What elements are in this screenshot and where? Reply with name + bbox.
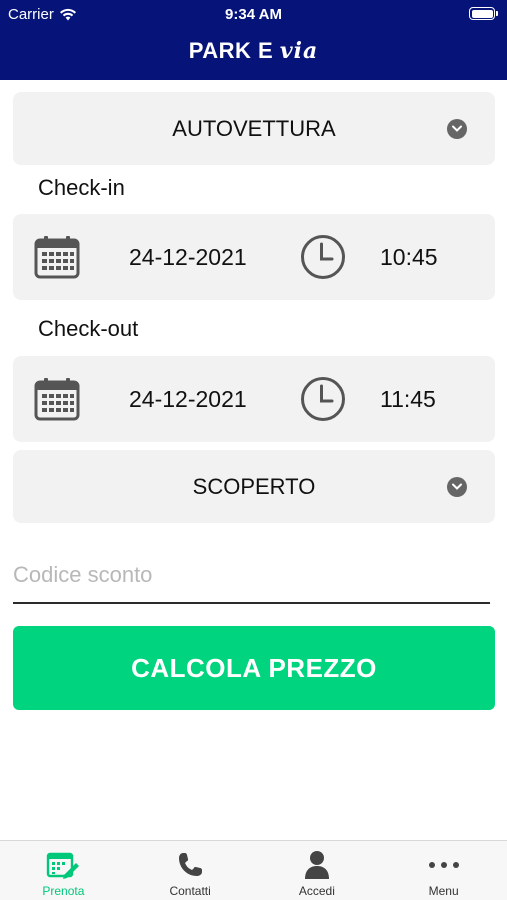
calendar-icon[interactable] — [34, 235, 80, 279]
brand-text-main: PARK E — [188, 38, 280, 63]
clock-icon[interactable] — [300, 376, 346, 422]
calendar-edit-icon — [46, 849, 80, 881]
checkout-date[interactable]: 24-12-2021 — [129, 356, 247, 442]
parking-type-select[interactable]: SCOPERTO — [13, 450, 495, 523]
calendar-icon[interactable] — [34, 377, 80, 421]
tab-menu[interactable]: Menu — [380, 841, 507, 900]
tab-contatti[interactable]: Contatti — [127, 841, 254, 900]
status-bar: Carrier 9:34 AM — [0, 0, 507, 30]
battery-icon — [469, 7, 498, 20]
brand-logo: PARK E via — [0, 38, 507, 64]
app-header: Carrier 9:34 AM PARK E via — [0, 0, 507, 80]
phone-icon — [176, 849, 204, 881]
checkout-label: Check-out — [38, 316, 139, 341]
parking-type-value: SCOPERTO — [192, 473, 316, 499]
calculate-price-button[interactable]: CALCOLA PREZZO — [13, 626, 495, 710]
vehicle-type-select[interactable]: AUTOVETTURA — [13, 92, 495, 165]
checkin-time[interactable]: 10:45 — [380, 214, 438, 300]
checkin-datetime-card: 24-12-2021 10:45 — [13, 214, 495, 300]
checkin-label: Check-in — [38, 175, 125, 200]
user-icon — [304, 849, 330, 881]
tab-label: Accedi — [298, 884, 335, 898]
clock-icon[interactable] — [300, 234, 346, 280]
tab-accedi[interactable]: Accedi — [254, 841, 381, 900]
more-dots-icon — [428, 849, 460, 881]
tab-label: Contatti — [169, 884, 211, 898]
tab-prenota[interactable]: Prenota — [0, 841, 127, 900]
status-time: 9:34 AM — [225, 6, 282, 23]
chevron-down-icon — [447, 118, 467, 139]
checkout-time[interactable]: 11:45 — [380, 356, 436, 442]
tab-bar: Prenota Contatti Accedi Menu — [0, 840, 507, 900]
vehicle-type-value: AUTOVETTURA — [172, 115, 336, 141]
tab-label: Menu — [428, 884, 459, 898]
checkout-datetime-card: 24-12-2021 11:45 — [13, 356, 495, 442]
checkin-date[interactable]: 24-12-2021 — [129, 214, 247, 300]
tab-label: Prenota — [42, 884, 85, 898]
brand-text-script: via — [279, 38, 319, 64]
discount-code-input[interactable] — [13, 556, 490, 604]
chevron-down-icon — [447, 476, 467, 497]
